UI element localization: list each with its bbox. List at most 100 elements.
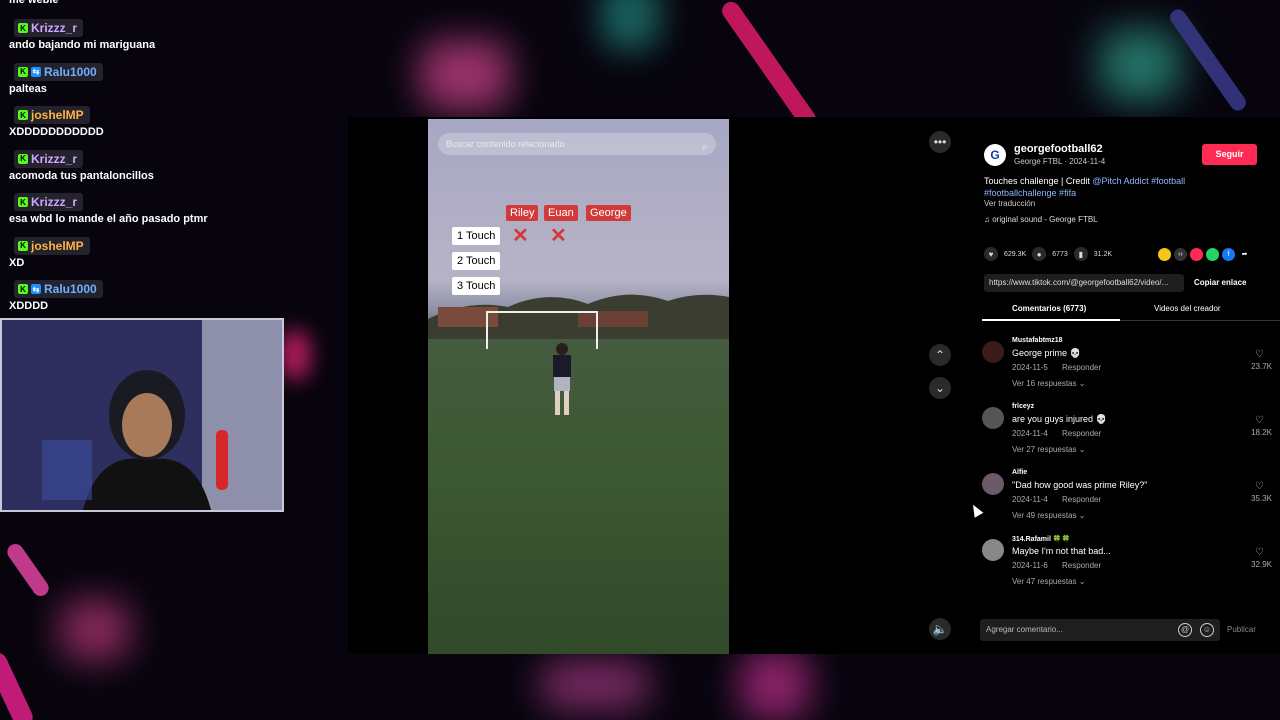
comment-text: Maybe I'm not that bad... xyxy=(1012,546,1111,556)
touch-label: 3 Touch xyxy=(452,277,501,295)
heart-icon[interactable]: ♡ xyxy=(1255,415,1264,426)
publish-button[interactable]: Publicar xyxy=(1227,619,1256,641)
comment-item: Alfie "Dad how good was prime Riley?" 2024… xyxy=(982,469,1272,535)
comment-placeholder: Agregar comentario... xyxy=(986,625,1063,634)
share-arrow-icon[interactable]: ➦ xyxy=(1238,248,1251,261)
reply-link[interactable]: Responder xyxy=(1062,429,1101,438)
save-count: 31.2K xyxy=(1093,250,1113,258)
follow-button[interactable]: Seguir xyxy=(1202,144,1257,165)
chat-message: KjoshelMP XD xyxy=(8,232,308,276)
kick-badge-icon: K xyxy=(18,197,28,207)
tab-comments[interactable]: Comentarios (6773) xyxy=(1012,304,1086,313)
commenter-avatar[interactable] xyxy=(982,539,1004,561)
copy-link-button[interactable]: Copiar enlace xyxy=(1194,274,1246,292)
chat-username[interactable]: KjoshelMP xyxy=(14,106,90,124)
comment-date: 2024-11-4 xyxy=(1012,429,1048,438)
reply-link[interactable]: Responder xyxy=(1062,363,1101,372)
heart-icon[interactable]: ♥ xyxy=(984,247,998,261)
commenter-avatar[interactable] xyxy=(982,473,1004,495)
tab-creator-videos[interactable]: Videos del creador xyxy=(1154,304,1221,313)
chat-message: K Krizzz_r ando bajando mi mariguana xyxy=(8,14,308,58)
comment-text: George prime 💀 xyxy=(1012,348,1081,358)
video-player[interactable]: Buscar contenido relacionado ⌕ Riley Euan… xyxy=(428,119,729,654)
heart-icon[interactable]: ♡ xyxy=(1255,481,1264,492)
author-subtitle: George FTBL · 2024-11-4 xyxy=(1014,157,1106,166)
comment-text: are you guys injured 💀 xyxy=(1012,414,1107,424)
chat-message: K ⇆ Ralu1000 XDDDD xyxy=(8,275,308,319)
commenter-avatar[interactable] xyxy=(982,341,1004,363)
previous-video-button[interactable]: ⌃ xyxy=(929,344,951,366)
view-replies-link[interactable]: Ver 49 respuestas ⌄ xyxy=(1012,511,1085,520)
share-url-field[interactable]: https://www.tiktok.com/@georgefootball62… xyxy=(984,274,1184,292)
commenter-name[interactable]: Mustafabtmz18 xyxy=(1012,337,1063,344)
next-video-button[interactable]: ⌄ xyxy=(929,377,951,399)
coin-icon[interactable] xyxy=(1158,248,1171,261)
kick-badge-icon: K xyxy=(18,23,28,33)
chat-username[interactable]: K Krizzz_r xyxy=(14,193,84,211)
chat-message: KjoshelMP XDDDDDDDDDDD xyxy=(8,101,308,145)
comment-input[interactable]: Agregar comentario... @ ☺ xyxy=(980,619,1220,641)
commenter-name[interactable]: 314.Rafamil 🍀🍀 xyxy=(1012,535,1070,543)
sub-badge-icon: ⇆ xyxy=(31,66,41,77)
author-name[interactable]: georgefootball62 xyxy=(1014,143,1103,155)
chat-username[interactable]: K ⇆ Ralu1000 xyxy=(14,280,103,298)
see-translation-link[interactable]: Ver traducción xyxy=(984,199,1035,208)
commenter-name[interactable]: frlceyz xyxy=(1012,403,1034,410)
chat-message: K Krizzz_r esa wbd lo mande el año pasado … xyxy=(8,188,308,232)
cross-icon: ✕ xyxy=(550,225,567,247)
mention-icon[interactable]: @ xyxy=(1178,623,1192,637)
player-figure xyxy=(553,343,571,415)
description-mention[interactable]: @Pitch Addict #football xyxy=(1092,176,1185,186)
sub-badge-icon: ⇆ xyxy=(31,284,41,294)
heart-icon[interactable]: ♡ xyxy=(1255,547,1264,558)
chat-username-text: Krizzz_r xyxy=(31,21,78,35)
description-text: Touches challenge | Credit xyxy=(984,176,1093,186)
kick-badge-icon: K xyxy=(18,110,28,120)
comment-like-count: 18.2K xyxy=(1251,428,1272,437)
search-icon[interactable]: ⌕ xyxy=(702,136,708,158)
commenter-name[interactable]: Alfie xyxy=(1012,469,1027,476)
author-avatar[interactable]: G xyxy=(984,144,1006,166)
view-replies-link[interactable]: Ver 47 respuestas ⌄ xyxy=(1012,577,1085,586)
chat-message-text: XD xyxy=(9,256,25,269)
chat-username-text: joshelMP xyxy=(31,238,84,253)
chat-username-text: Krizzz_r xyxy=(31,195,78,209)
comment-date: 2024-11-6 xyxy=(1012,561,1048,570)
chat-username-text: Ralu1000 xyxy=(44,282,97,296)
view-replies-link[interactable]: Ver 27 respuestas ⌄ xyxy=(1012,445,1085,454)
video-sidebar: G georgefootball62 George FTBL · 2024-11… xyxy=(974,129,1280,654)
chat-message: K ⇆ Ralu1000 palteas xyxy=(8,58,308,102)
comment-count: 6773 xyxy=(1052,250,1068,258)
reply-link[interactable]: Responder xyxy=(1062,561,1101,570)
active-tab-indicator xyxy=(982,319,1120,321)
like-count: 629.3K xyxy=(1004,250,1027,258)
related-search-input[interactable]: Buscar contenido relacionado ⌕ xyxy=(438,133,716,155)
heart-icon[interactable]: ♡ xyxy=(1255,349,1264,360)
bookmark-icon[interactable]: ▮ xyxy=(1073,247,1088,261)
comment-date: 2024-11-4 xyxy=(1012,495,1048,504)
more-options-icon[interactable]: ••• xyxy=(929,131,951,153)
comment-icon[interactable]: ● xyxy=(1032,247,1047,261)
sound-link[interactable]: ♫ original sound - George FTBL xyxy=(984,215,1098,224)
comment-tabs: Comentarios (6773) Videos del creador xyxy=(982,299,1280,321)
chat-username[interactable]: K Krizzz_r xyxy=(14,19,84,37)
embed-icon[interactable]: ‹› xyxy=(1174,248,1187,261)
chat-username-text: joshelMP xyxy=(31,108,84,122)
kick-badge-icon: K xyxy=(18,153,28,164)
comment-like-count: 23.7K xyxy=(1251,362,1272,371)
view-replies-link[interactable]: Ver 16 respuestas ⌄ xyxy=(1012,379,1085,388)
facebook-icon[interactable]: f xyxy=(1222,248,1235,261)
commenter-avatar[interactable] xyxy=(982,407,1004,429)
comment-item: Mustafabtmz18 George prime 💀 2024-11-5 Resp… xyxy=(982,337,1272,403)
chat-username[interactable]: KjoshelMP xyxy=(14,236,90,255)
reply-link[interactable]: Responder xyxy=(1062,495,1101,504)
description-hashtags[interactable]: #footballchallenge #fifa xyxy=(984,188,1076,198)
send-icon[interactable] xyxy=(1190,248,1203,261)
volume-icon[interactable]: 🔈 xyxy=(929,618,951,640)
emoji-icon[interactable]: ☺ xyxy=(1200,623,1214,637)
whatsapp-icon[interactable] xyxy=(1206,248,1219,261)
chat-message-text: acomoda tus pantaloncillos xyxy=(9,169,154,182)
chat-username[interactable]: K Krizzz_r xyxy=(14,149,84,168)
chat-username[interactable]: K ⇆ Ralu1000 xyxy=(14,62,103,81)
kick-badge-icon: K xyxy=(18,284,28,294)
